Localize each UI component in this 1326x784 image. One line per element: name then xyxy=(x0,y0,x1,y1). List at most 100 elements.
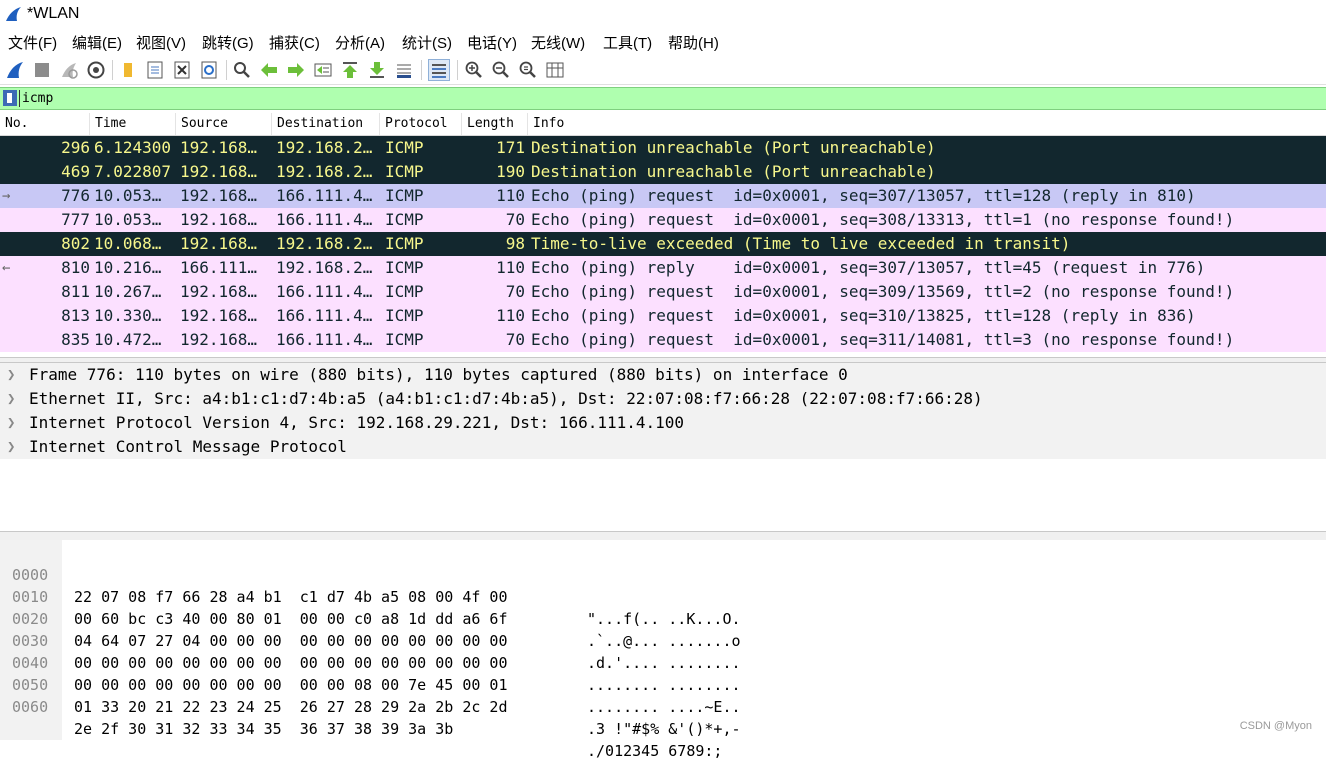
save-file-icon[interactable] xyxy=(145,60,165,80)
packet-no: 776 xyxy=(61,186,90,205)
go-to-packet-icon[interactable] xyxy=(313,60,333,80)
menu-capture[interactable]: 捕获(C) xyxy=(269,32,320,53)
packet-info: Echo (ping) request id=0x0001, seq=307/1… xyxy=(531,186,1196,205)
menu-go[interactable]: 跳转(G) xyxy=(202,32,254,53)
packet-row[interactable]: 802 10.068… 192.168… 192.168.2… ICMP 98 … xyxy=(0,232,1326,256)
packet-destination: 166.111.4… xyxy=(276,330,373,349)
hex-ascii[interactable]: .3 !"#$% &'()*+,- xyxy=(587,718,741,740)
column-header-source[interactable]: Source xyxy=(176,113,272,135)
stop-capture-icon[interactable] xyxy=(32,60,52,80)
open-file-icon[interactable] xyxy=(118,60,138,80)
packet-protocol: ICMP xyxy=(385,282,424,301)
hex-ascii[interactable]: ./012345 6789:; xyxy=(587,740,722,762)
packet-no: 835 xyxy=(61,330,90,349)
display-filter-input[interactable]: icmp xyxy=(22,88,53,109)
reload-file-icon[interactable] xyxy=(199,60,219,80)
packet-no: 813 xyxy=(61,306,90,325)
close-file-icon[interactable] xyxy=(172,60,192,80)
menu-analyze[interactable]: 分析(A) xyxy=(335,32,385,53)
packet-row[interactable]: 469 7.022807 192.168… 192.168.2… ICMP 19… xyxy=(0,160,1326,184)
packet-row[interactable]: 835 10.472… 192.168… 166.111.4… ICMP 70 … xyxy=(0,328,1326,352)
packet-source: 166.111… xyxy=(180,258,258,277)
packet-source: 192.168… xyxy=(180,282,258,301)
packet-length: 70 xyxy=(505,210,525,229)
hex-row: 0000 22 07 08 f7 66 28 a4 b1 c1 d7 4b a5… xyxy=(0,542,1326,628)
packet-row[interactable]: ← 810 10.216… 166.111… 192.168.2… ICMP 1… xyxy=(0,256,1326,280)
resize-columns-icon[interactable] xyxy=(545,60,565,80)
packet-row-selected[interactable]: → 776 10.053… 192.168… 166.111.4… ICMP 1… xyxy=(0,184,1326,208)
packet-length: 70 xyxy=(505,330,525,349)
packet-details-pane: ❯ Frame 776: 110 bytes on wire (880 bits… xyxy=(0,363,1326,531)
find-packet-icon[interactable] xyxy=(232,60,252,80)
go-forward-icon[interactable] xyxy=(286,60,306,80)
capture-options-icon[interactable] xyxy=(86,60,106,80)
column-header-destination[interactable]: Destination xyxy=(272,113,380,135)
packet-row[interactable]: 777 10.053… 192.168… 166.111.4… ICMP 70 … xyxy=(0,208,1326,232)
menu-help[interactable]: 帮助(H) xyxy=(668,32,719,53)
detail-tree-item[interactable]: ❯ Internet Protocol Version 4, Src: 192.… xyxy=(0,411,1326,435)
zoom-out-icon[interactable] xyxy=(491,60,511,80)
chevron-right-icon[interactable]: ❯ xyxy=(7,435,15,459)
detail-tree-item[interactable]: ❯ Ethernet II, Src: a4:b1:c1:d7:4b:a5 (a… xyxy=(0,387,1326,411)
detail-text: Ethernet II, Src: a4:b1:c1:d7:4b:a5 (a4:… xyxy=(29,389,983,408)
menu-view[interactable]: 视图(V) xyxy=(136,32,186,53)
packet-destination: 166.111.4… xyxy=(276,306,373,325)
menu-wireless[interactable]: 无线(W) xyxy=(531,32,585,53)
packet-source: 192.168… xyxy=(180,186,258,205)
menu-telephony[interactable]: 电话(Y) xyxy=(467,32,517,53)
packet-info: Echo (ping) request id=0x0001, seq=308/1… xyxy=(531,210,1235,229)
menu-statistics[interactable]: 统计(S) xyxy=(402,32,452,53)
go-back-icon[interactable] xyxy=(259,60,279,80)
go-first-icon[interactable] xyxy=(340,60,360,80)
hex-bytes[interactable]: 01 33 20 21 22 23 24 25 26 27 28 29 2a 2… xyxy=(74,696,507,718)
packet-time: 7.022807 xyxy=(94,162,172,181)
packet-row[interactable]: 296 6.124300 192.168… 192.168.2… ICMP 17… xyxy=(0,136,1326,160)
detail-tree-item[interactable]: ❯ Internet Control Message Protocol xyxy=(0,435,1326,459)
hex-row: 0040 00 00 00 00 00 00 00 00 00 00 08 00… xyxy=(0,630,1326,716)
restart-capture-icon[interactable] xyxy=(59,60,79,80)
packet-destination: 166.111.4… xyxy=(276,186,373,205)
auto-scroll-icon[interactable] xyxy=(394,60,414,80)
packet-no: 296 xyxy=(61,138,90,157)
column-header-time[interactable]: Time xyxy=(90,113,176,135)
packet-length: 70 xyxy=(505,282,525,301)
hex-ascii[interactable]: ........ ....~E.. xyxy=(587,696,741,718)
menu-edit[interactable]: 编辑(E) xyxy=(72,32,122,53)
toolbar-separator xyxy=(457,60,458,80)
packet-protocol: ICMP xyxy=(385,330,424,349)
zoom-in-icon[interactable] xyxy=(464,60,484,80)
packet-length: 110 xyxy=(496,306,525,325)
zoom-normal-icon[interactable] xyxy=(518,60,538,80)
toolbar-separator xyxy=(421,60,422,80)
packet-length: 98 xyxy=(505,234,525,253)
packet-row[interactable]: 811 10.267… 192.168… 166.111.4… ICMP 70 … xyxy=(0,280,1326,304)
bookmark-icon[interactable] xyxy=(3,90,17,106)
packet-destination: 192.168.2… xyxy=(276,234,373,253)
hex-bytes[interactable]: 2e 2f 30 31 32 33 34 35 36 37 38 39 3a 3… xyxy=(74,718,453,740)
title-bar: *WLAN xyxy=(0,0,1326,28)
packet-time: 10.330… xyxy=(94,306,162,325)
column-header-length[interactable]: Length xyxy=(462,113,528,135)
detail-tree-item[interactable]: ❯ Frame 776: 110 bytes on wire (880 bits… xyxy=(0,363,1326,387)
packet-destination: 192.168.2… xyxy=(276,138,373,157)
packet-destination: 192.168.2… xyxy=(276,258,373,277)
go-last-icon[interactable] xyxy=(367,60,387,80)
packet-no: 469 xyxy=(61,162,90,181)
menu-file[interactable]: 文件(F) xyxy=(8,32,57,53)
colorize-icon[interactable] xyxy=(428,59,450,81)
chevron-right-icon[interactable]: ❯ xyxy=(7,363,15,387)
packet-row[interactable]: 813 10.330… 192.168… 166.111.4… ICMP 110… xyxy=(0,304,1326,328)
menu-tools[interactable]: 工具(T) xyxy=(603,32,652,53)
column-header-no[interactable]: No. xyxy=(0,113,90,135)
packet-protocol: ICMP xyxy=(385,162,424,181)
packet-length: 110 xyxy=(496,186,525,205)
packet-no: 810 xyxy=(61,258,90,277)
packet-destination: 166.111.4… xyxy=(276,210,373,229)
chevron-right-icon[interactable]: ❯ xyxy=(7,411,15,435)
packet-protocol: ICMP xyxy=(385,258,424,277)
packet-time: 10.267… xyxy=(94,282,162,301)
column-header-info[interactable]: Info xyxy=(528,113,1326,135)
shark-fin-start-icon[interactable] xyxy=(5,60,25,80)
chevron-right-icon[interactable]: ❯ xyxy=(7,387,15,411)
column-header-protocol[interactable]: Protocol xyxy=(380,113,462,135)
